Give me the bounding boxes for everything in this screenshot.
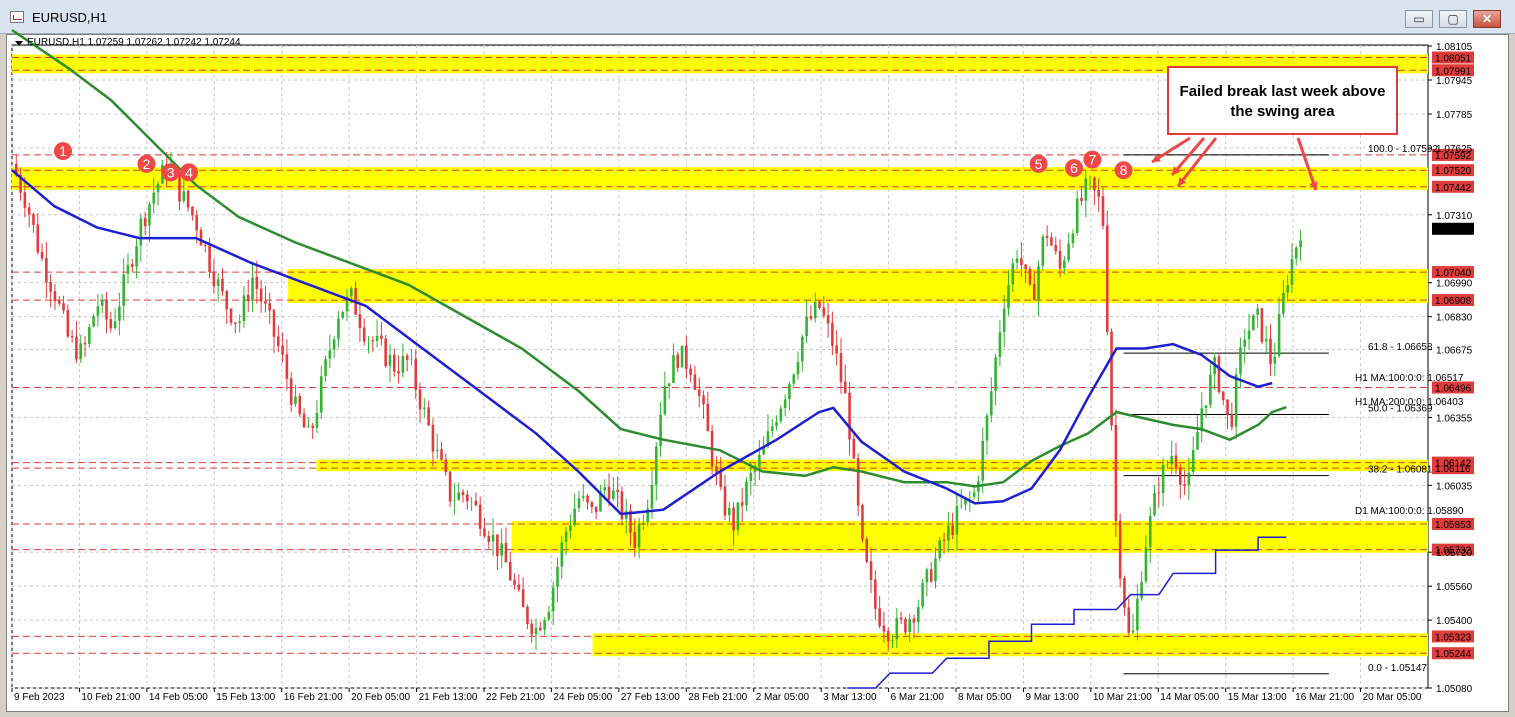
- chart-header: EURUSD,H1 1.07259 1.07262 1.07242 1.0724…: [27, 37, 241, 48]
- price-tag-label: 1.05732: [1435, 546, 1472, 557]
- y-tick-label: 1.05560: [1436, 582, 1473, 593]
- y-tick-label: 1.06990: [1436, 279, 1473, 290]
- support-resistance-zone: [288, 269, 1428, 304]
- price-tag-label: 1.07991: [1435, 66, 1472, 77]
- x-tick-label: 8 Mar 05:00: [958, 692, 1012, 703]
- fib-level-label: 0.0 - 1.05147: [1368, 663, 1427, 674]
- indicator-label: H1 MA:100:0:0: 1.06517: [1355, 373, 1464, 384]
- y-tick-label: 1.06035: [1436, 481, 1473, 492]
- header-ohlc: 1.07259 1.07262 1.07242 1.07244: [87, 37, 241, 48]
- price-tag-label: 1.06496: [1435, 384, 1472, 395]
- y-tick-label: 1.05400: [1436, 616, 1473, 627]
- swing-marker-label: 5: [1035, 156, 1043, 172]
- x-tick-label: 16 Mar 21:00: [1295, 692, 1354, 703]
- swing-marker-label: 2: [143, 156, 151, 172]
- price-tag-label: 1.07592: [1435, 151, 1472, 162]
- swing-marker-label: 6: [1070, 160, 1078, 176]
- price-tag-label: 1.06908: [1435, 296, 1472, 307]
- x-tick-label: 21 Feb 13:00: [419, 692, 478, 703]
- y-tick-label: 1.07945: [1436, 76, 1473, 87]
- y-tick-label: 1.05080: [1436, 684, 1473, 695]
- swing-marker-label: 8: [1120, 162, 1128, 178]
- x-tick-label: 27 Feb 13:00: [621, 692, 680, 703]
- price-tag-label: 1.05244: [1435, 649, 1472, 660]
- swing-marker-label: 4: [185, 164, 193, 180]
- fib-level-label: 38.2 - 1.06081: [1368, 465, 1433, 476]
- annotation-box: Failed break last week above the swing a…: [1167, 66, 1398, 135]
- y-tick-label: 1.06675: [1436, 346, 1473, 357]
- x-tick-label: 10 Feb 21:00: [81, 692, 140, 703]
- y-tick-label: 1.07785: [1436, 110, 1473, 121]
- indicator-label: D1 MA:100:0:0: 1.05890: [1355, 506, 1464, 517]
- support-resistance-zone: [316, 459, 1429, 472]
- fib-level-label: 100.0 - 1.07592: [1368, 144, 1438, 155]
- x-tick-label: 22 Feb 21:00: [486, 692, 545, 703]
- x-tick-label: 3 Mar 13:00: [823, 692, 877, 703]
- x-tick-label: 14 Mar 05:00: [1160, 692, 1219, 703]
- x-tick-label: 20 Mar 05:00: [1363, 692, 1422, 703]
- swing-marker-label: 1: [59, 143, 67, 159]
- price-tag-label: 1.07442: [1435, 183, 1472, 194]
- price-tag-label: 1.07520: [1435, 166, 1472, 177]
- price-tag-label: 1.05853: [1435, 520, 1472, 531]
- y-tick-label: 1.06830: [1436, 313, 1473, 324]
- fib-level-label: 61.8 - 1.06658: [1368, 342, 1433, 353]
- x-tick-label: 24 Feb 05:00: [553, 692, 612, 703]
- y-tick-label: 1.08105: [1436, 42, 1473, 53]
- indicator-label: H1 MA:200:0:0: 1.06403: [1355, 397, 1464, 408]
- x-tick-label: 14 Feb 05:00: [149, 692, 208, 703]
- price-tag-label: 1.06116: [1435, 464, 1471, 475]
- chart-menu-icon[interactable]: [15, 41, 23, 46]
- y-tick-label: 1.06355: [1436, 413, 1473, 424]
- x-tick-label: 6 Mar 21:00: [891, 692, 945, 703]
- price-tag-label: 1.08051: [1435, 54, 1472, 65]
- price-tag-label: 1.07040: [1435, 268, 1472, 279]
- x-tick-label: 10 Mar 21:00: [1093, 692, 1152, 703]
- x-tick-label: 15 Mar 13:00: [1228, 692, 1287, 703]
- x-tick-label: 16 Feb 21:00: [284, 692, 343, 703]
- x-tick-label: 9 Mar 13:00: [1025, 692, 1079, 703]
- swing-marker-label: 7: [1089, 152, 1097, 168]
- x-tick-label: 2 Mar 05:00: [756, 692, 810, 703]
- last-price-label: 1.07244: [1435, 225, 1472, 236]
- x-tick-label: 20 Feb 05:00: [351, 692, 410, 703]
- x-tick-label: 15 Feb 13:00: [216, 692, 275, 703]
- swing-marker-label: 3: [167, 164, 175, 180]
- support-resistance-zone: [511, 520, 1428, 553]
- price-tag-label: 1.05323: [1435, 632, 1472, 643]
- x-tick-label: 28 Feb 21:00: [688, 692, 747, 703]
- annotation-text: Failed break last week above the swing a…: [1179, 83, 1386, 120]
- y-tick-label: 1.07310: [1436, 211, 1473, 222]
- header-symbol: EURUSD,H1: [27, 37, 85, 48]
- x-tick-label: 9 Feb 2023: [14, 692, 65, 703]
